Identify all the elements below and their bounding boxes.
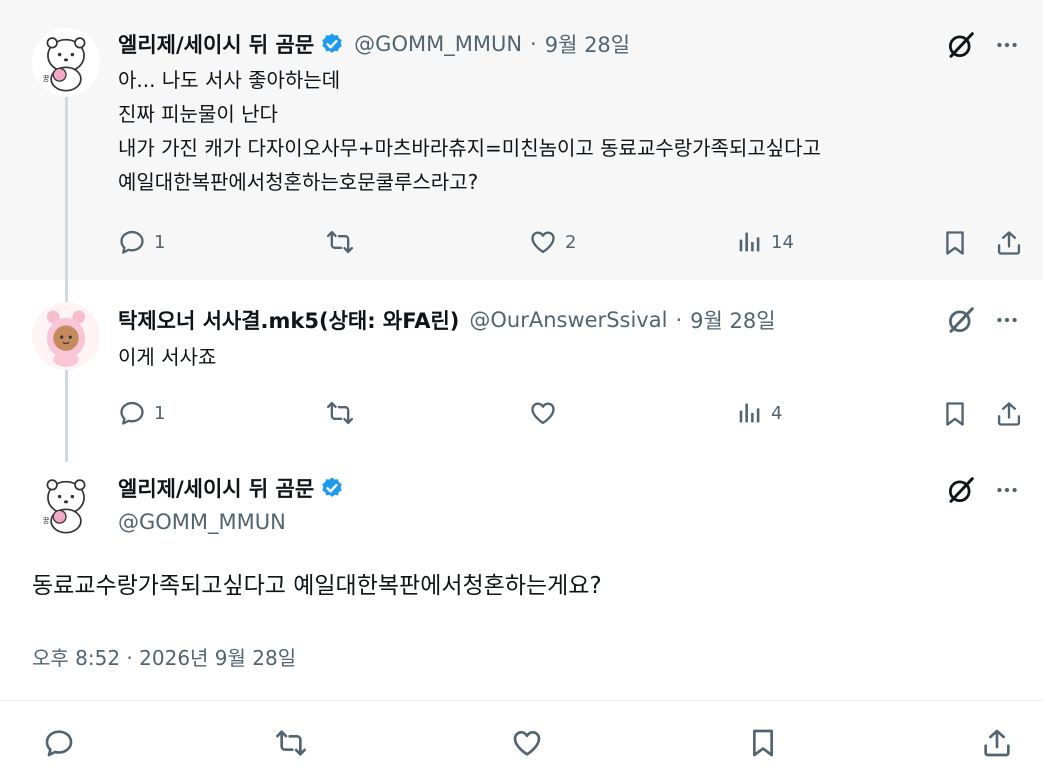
views-icon xyxy=(735,228,763,256)
share-button[interactable] xyxy=(994,399,1024,429)
author-name[interactable]: 엘리제/세이시 뒤 곰문 xyxy=(118,473,314,503)
tweet-text-line: 진짜 피눈물이 난다 xyxy=(118,102,278,126)
author-handle[interactable]: @OurAnswerSsival xyxy=(469,308,667,332)
like-button[interactable] xyxy=(529,399,565,427)
share-button[interactable] xyxy=(980,726,1014,760)
share-icon xyxy=(995,229,1023,257)
bear-avatar-icon xyxy=(32,470,100,538)
bookmark-button[interactable] xyxy=(940,399,970,429)
verified-badge-icon xyxy=(320,32,344,56)
tweet-timestamp[interactable]: 오후 8:52 · 2026년 9월 28일 xyxy=(32,642,296,671)
reply-button[interactable]: 1 xyxy=(118,228,165,256)
more-button[interactable] xyxy=(990,28,1024,62)
reply-button[interactable]: 1 xyxy=(118,399,165,427)
separator-dot: · xyxy=(530,32,537,56)
retweet-icon xyxy=(326,228,354,256)
more-icon xyxy=(994,477,1020,503)
more-icon xyxy=(994,307,1020,333)
tweet-date[interactable]: 9월 28일 xyxy=(545,29,630,59)
more-icon xyxy=(994,32,1020,58)
verified-badge-icon xyxy=(320,476,344,500)
bookmark-icon xyxy=(941,229,969,257)
main-tweet-text: 동료교수랑가족되고싶다고 예일대한복판에서청혼하는게요? xyxy=(32,573,602,599)
like-button[interactable]: 2 xyxy=(529,228,576,256)
views-button[interactable]: 14 xyxy=(735,228,794,256)
author-handle[interactable]: @GOMM_MMUN xyxy=(354,32,522,56)
bookmark-button[interactable] xyxy=(746,726,780,760)
thread-connector-line xyxy=(65,97,68,462)
tweet-text-line: 내가 가진 캐가 다자이오사무+마츠바라츄지=미친놈이고 동료교수랑가족되고싶다… xyxy=(118,136,821,160)
tweet-text-line: 예일대한복판에서청혼하는호문쿨루스라고? xyxy=(118,170,479,194)
bookmark-icon xyxy=(941,400,969,428)
grok-icon xyxy=(946,475,976,505)
retweet-icon xyxy=(326,399,354,427)
avatar[interactable] xyxy=(32,302,100,370)
divider xyxy=(0,700,1043,701)
grok-button[interactable] xyxy=(944,473,978,507)
like-icon xyxy=(529,399,557,427)
reply-count: 1 xyxy=(154,231,166,253)
reply-button[interactable] xyxy=(42,726,76,760)
more-button[interactable] xyxy=(990,473,1024,507)
grok-icon xyxy=(946,30,976,60)
author-name[interactable]: 엘리제/세이시 뒤 곰문 xyxy=(118,29,314,59)
avatar[interactable] xyxy=(32,470,100,538)
tweet-text-line: 아... 나도 서사 좋아하는데 xyxy=(118,68,341,92)
like-icon xyxy=(511,727,543,759)
author-handle[interactable]: @GOMM_MMUN xyxy=(118,510,286,534)
tweet-date[interactable]: 9월 28일 xyxy=(690,305,775,335)
grok-button[interactable] xyxy=(944,303,978,337)
reply-icon xyxy=(118,399,146,427)
bookmark-button[interactable] xyxy=(940,228,970,258)
grok-button[interactable] xyxy=(944,28,978,62)
more-button[interactable] xyxy=(990,303,1024,337)
like-button[interactable] xyxy=(510,726,544,760)
retweet-button[interactable] xyxy=(326,228,362,256)
girl-avatar-icon xyxy=(32,302,100,370)
tweet-2-header: 탁제오너 서사결.mk5(상태: 와FA린) @OurAnswerSsival … xyxy=(118,304,776,336)
retweet-icon xyxy=(275,727,307,759)
like-count: 2 xyxy=(565,231,577,253)
author-name[interactable]: 탁제오너 서사결.mk5(상태: 와FA린) xyxy=(118,305,459,335)
avatar[interactable] xyxy=(32,28,100,96)
like-icon xyxy=(529,228,557,256)
main-tweet-header: 엘리제/세이시 뒤 곰문 xyxy=(118,472,344,504)
share-icon xyxy=(995,400,1023,428)
views-button[interactable]: 4 xyxy=(735,399,782,427)
views-icon xyxy=(735,399,763,427)
retweet-button[interactable] xyxy=(326,399,362,427)
separator-dot: · xyxy=(675,308,683,332)
reply-icon xyxy=(118,228,146,256)
tweet-1-body: 아... 나도 서사 좋아하는데 진짜 피눈물이 난다 내가 가진 캐가 다자이… xyxy=(118,63,821,199)
tweet-2-body: 이게 서사죠 xyxy=(118,340,216,374)
reply-count: 1 xyxy=(154,402,166,424)
reply-icon xyxy=(43,727,75,759)
bookmark-icon xyxy=(747,727,779,759)
grok-icon xyxy=(946,305,976,335)
view-count: 14 xyxy=(771,231,794,253)
tweet-1-header: 엘리제/세이시 뒤 곰문 @GOMM_MMUN · 9월 28일 xyxy=(118,28,630,60)
view-count: 4 xyxy=(771,402,783,424)
retweet-button[interactable] xyxy=(274,726,308,760)
tweet-text-line: 이게 서사죠 xyxy=(118,345,217,369)
bear-avatar-icon xyxy=(32,28,100,96)
share-button[interactable] xyxy=(994,228,1024,258)
share-icon xyxy=(981,727,1013,759)
